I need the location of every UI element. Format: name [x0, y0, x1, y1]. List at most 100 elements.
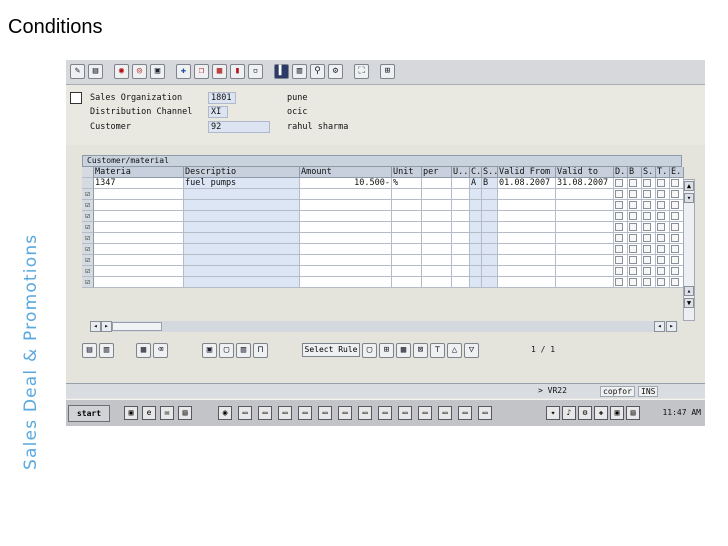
valid-to-cell[interactable]: 31.08.2007 — [556, 178, 614, 189]
scroll-page-up-icon[interactable]: ▾ — [684, 193, 694, 203]
valid-to-cell[interactable] — [556, 255, 614, 266]
customer-field[interactable]: 92 — [208, 121, 270, 133]
quicklaunch-desktop-icon[interactable]: ▣ — [124, 406, 138, 420]
col-valid-from[interactable]: Valid From — [498, 167, 556, 178]
checkbox-t[interactable] — [656, 222, 670, 233]
scroll-page-down-icon[interactable]: ▴ — [684, 286, 694, 296]
per-cell[interactable] — [422, 178, 452, 189]
tray-volume-icon[interactable]: ♪ — [562, 406, 576, 420]
checkbox-e[interactable] — [670, 277, 684, 288]
col-scale[interactable]: S.. — [482, 167, 498, 178]
scroll-left-end-icon[interactable]: ◂ — [654, 321, 665, 332]
per-cell[interactable] — [422, 233, 452, 244]
valid-from-cell[interactable] — [498, 255, 556, 266]
quicklaunch-browser-icon[interactable]: e — [142, 406, 156, 420]
checkbox-s[interactable] — [642, 266, 656, 277]
sum-icon[interactable]: ⊤ — [430, 343, 445, 358]
amount-cell[interactable] — [300, 189, 392, 200]
amount-cell[interactable] — [300, 266, 392, 277]
checkbox-b[interactable] — [628, 266, 642, 277]
row-select-box[interactable]: ☑ — [82, 222, 94, 233]
condition-info-icon[interactable]: ▦ — [136, 343, 151, 358]
per-cell[interactable] — [422, 255, 452, 266]
back-icon[interactable]: ◉ — [114, 64, 129, 79]
valid-from-cell[interactable]: 01.08.2007 — [498, 178, 556, 189]
col-b[interactable]: B — [628, 167, 642, 178]
task-window-8-icon[interactable]: ▭ — [378, 406, 392, 420]
prev-icon[interactable]: ⊓ — [253, 343, 268, 358]
uom-cell[interactable] — [452, 189, 470, 200]
task-window-1-icon[interactable]: ▭ — [238, 406, 252, 420]
uom-cell[interactable] — [452, 222, 470, 233]
unit-cell[interactable] — [392, 255, 422, 266]
details-icon[interactable]: ▤ — [82, 343, 97, 358]
tray-security-icon[interactable]: ⚙ — [578, 406, 592, 420]
checkbox-e[interactable] — [670, 211, 684, 222]
prev-page-icon[interactable]: ▥ — [292, 64, 307, 79]
start-button[interactable]: start — [68, 405, 110, 422]
col-calc-type[interactable]: C.. — [470, 167, 482, 178]
checkbox-t[interactable] — [656, 178, 670, 189]
valid-from-cell[interactable] — [498, 211, 556, 222]
select-all-box[interactable] — [82, 167, 94, 178]
per-cell[interactable] — [422, 277, 452, 288]
valid-from-cell[interactable] — [498, 266, 556, 277]
col-per[interactable]: per — [422, 167, 452, 178]
valid-to-cell[interactable] — [556, 233, 614, 244]
uom-cell[interactable] — [452, 178, 470, 189]
tray-monitor-icon[interactable]: ▤ — [626, 406, 640, 420]
unit-cell[interactable] — [392, 244, 422, 255]
checkbox-e[interactable] — [670, 233, 684, 244]
checkbox-d[interactable] — [614, 266, 628, 277]
delete-icon[interactable]: ⌫ — [153, 343, 168, 358]
row-select-box[interactable]: ☑ — [82, 266, 94, 277]
amount-cell[interactable] — [300, 255, 392, 266]
task-window-4-icon[interactable]: ▭ — [298, 406, 312, 420]
material-cell[interactable] — [94, 266, 184, 277]
select-rule-button[interactable]: Select Rule — [302, 343, 360, 357]
valid-from-cell[interactable] — [498, 222, 556, 233]
system-info[interactable]: > VR22 — [536, 386, 569, 397]
checkbox-t[interactable] — [656, 233, 670, 244]
per-cell[interactable] — [422, 200, 452, 211]
last-page-icon[interactable]: ⚙ — [328, 64, 343, 79]
checkbox-t[interactable] — [656, 200, 670, 211]
checkbox-e[interactable] — [670, 255, 684, 266]
checkbox-t[interactable] — [656, 277, 670, 288]
col-unit[interactable]: Unit — [392, 167, 422, 178]
checkbox-s[interactable] — [642, 244, 656, 255]
other-icon[interactable]: ▥ — [99, 343, 114, 358]
sales-org-field[interactable]: 1801 — [208, 92, 236, 104]
checkbox-d[interactable] — [614, 244, 628, 255]
checkbox-d[interactable] — [614, 189, 628, 200]
row-select-box[interactable]: ☑ — [82, 233, 94, 244]
checkbox-b[interactable] — [628, 189, 642, 200]
task-window-6-icon[interactable]: ▭ — [338, 406, 352, 420]
row-select-box[interactable] — [82, 178, 94, 189]
uom-cell[interactable] — [452, 211, 470, 222]
uom-cell[interactable] — [452, 255, 470, 266]
task-window-10-icon[interactable]: ▭ — [418, 406, 432, 420]
unit-cell[interactable] — [392, 189, 422, 200]
scroll-up-icon[interactable]: ▲ — [684, 181, 694, 191]
cancel-icon[interactable]: ▣ — [150, 64, 165, 79]
checkbox-b[interactable] — [628, 233, 642, 244]
per-cell[interactable] — [422, 244, 452, 255]
valid-from-cell[interactable] — [498, 277, 556, 288]
col-valid-to[interactable]: Valid to — [556, 167, 614, 178]
sort-icon[interactable]: ⊠ — [413, 343, 428, 358]
material-cell[interactable] — [94, 233, 184, 244]
task-window-12-icon[interactable]: ▭ — [458, 406, 472, 420]
tray-update-icon[interactable]: ✚ — [594, 406, 608, 420]
checkbox-d[interactable] — [614, 277, 628, 288]
amount-cell[interactable] — [300, 211, 392, 222]
checkbox-s[interactable] — [642, 255, 656, 266]
material-cell[interactable] — [94, 211, 184, 222]
task-window-5-icon[interactable]: ▭ — [318, 406, 332, 420]
checkbox-s[interactable] — [642, 189, 656, 200]
checkbox-s[interactable] — [642, 211, 656, 222]
table-row[interactable]: ☑ — [82, 244, 686, 255]
row-select-box[interactable]: ☑ — [82, 200, 94, 211]
exit-icon[interactable]: ◎ — [132, 64, 147, 79]
vertical-scrollbar[interactable]: ▲ ▾ ▴ ▼ — [683, 179, 695, 321]
